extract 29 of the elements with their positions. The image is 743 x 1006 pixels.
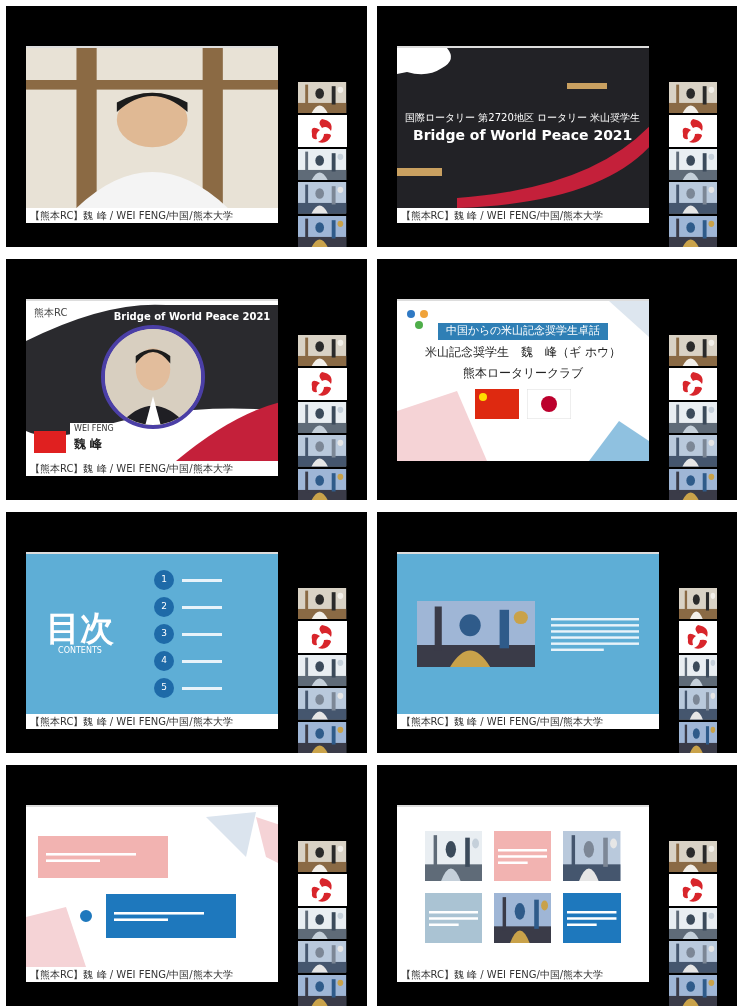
triangle-decoration — [588, 421, 649, 461]
caption-bar: 【熊本RC】魏 峰 / WEI FENG/中国/熊本大学 — [26, 714, 279, 729]
slide-title: 目次 — [46, 611, 114, 645]
club-line: 熊本ロータリークラブ — [462, 364, 583, 382]
caption-bar: 【熊本RC】魏 峰 / WEI FENG/中国/熊本大学 — [396, 967, 649, 982]
caption-bar: 【熊本RC】魏 峰 / WEI FENG/中国/熊本大学 — [26, 461, 279, 476]
item-number: 2 — [154, 597, 174, 617]
caption-bar: 【熊本RC】魏 峰 / WEI FENG/中国/熊本大学 — [396, 208, 649, 223]
name-label: 魏 峰 — [74, 436, 104, 453]
pastel-shape — [608, 301, 649, 337]
item-number: 1 — [154, 570, 174, 590]
presenter-line: 米山記念奨学生 魏 峰（ギ ホウ） — [424, 343, 621, 361]
caption-bar: 【熊本RC】魏 峰 / WEI FENG/中国/熊本大学 — [26, 967, 279, 982]
slide-title: Bridge of World Peace 2021 — [413, 126, 633, 145]
item-number: 4 — [154, 651, 174, 671]
item-number: 5 — [154, 678, 174, 698]
flag-icon — [526, 388, 571, 419]
slide-title: Bridge of World Peace 2021 — [113, 310, 271, 324]
item-number: 3 — [154, 624, 174, 644]
club-label: 熊本RC — [34, 306, 68, 320]
slide-subtitle: CONTENTS — [58, 646, 102, 657]
flag-icon — [34, 431, 66, 453]
slide-title: 中国からの米山記念奨学生卓話 — [437, 323, 608, 340]
flag-icon — [474, 388, 519, 419]
caption-bar: 【熊本RC】魏 峰 / WEI FENG/中国/熊本大学 — [396, 714, 659, 729]
name-latin: WEI FENG — [74, 423, 114, 435]
slide-subtitle: 国際ロータリー 第2720地区 ロータリー 米山奨学生 — [405, 111, 641, 125]
caption-bar: 【熊本RC】魏 峰 / WEI FENG/中国/熊本大学 — [26, 208, 279, 223]
people-logo-icon — [404, 309, 431, 331]
